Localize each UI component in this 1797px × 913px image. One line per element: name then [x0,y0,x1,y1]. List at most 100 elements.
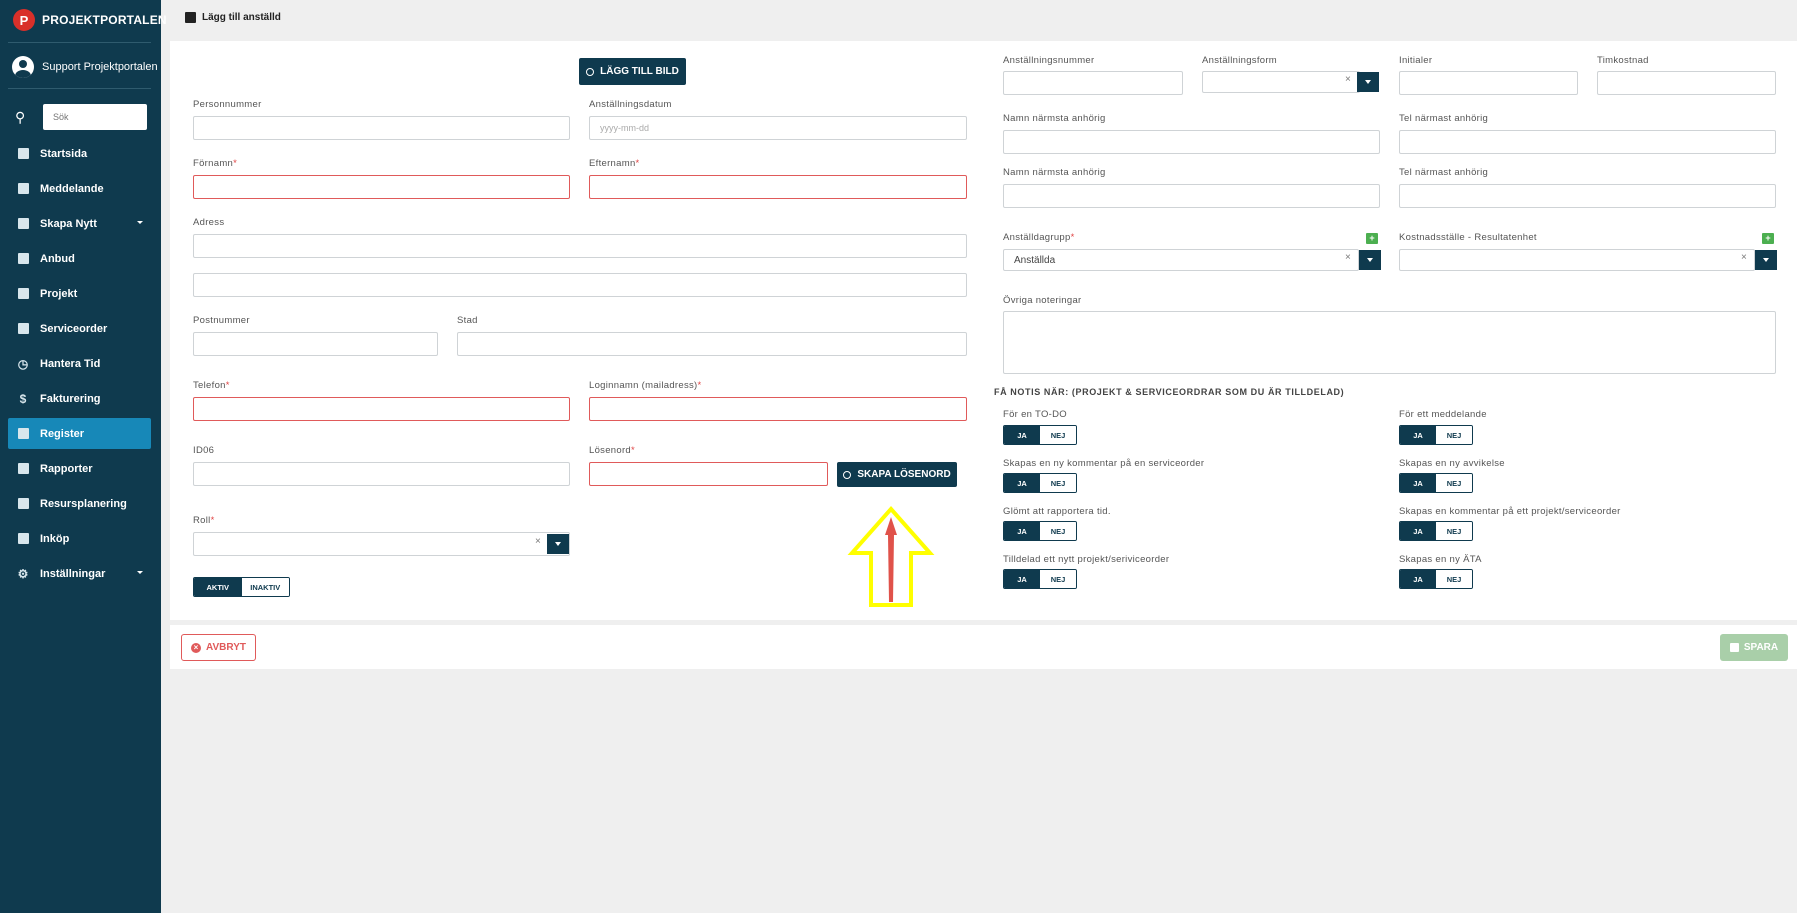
notis-toggle[interactable]: JA NEJ [1003,569,1077,589]
required-mark: * [631,445,636,456]
wrench-icon [16,322,30,336]
losenord-input[interactable] [589,462,828,486]
sidebar-item-anbud[interactable]: Anbud [8,243,151,274]
sidebar-item-skapa-nytt[interactable]: Skapa Nytt [8,208,151,239]
nej-option[interactable]: NEJ [1436,570,1472,588]
ja-option[interactable]: JA [1004,522,1040,540]
sidebar-item-resursplanering[interactable]: Resursplanering [8,488,151,519]
namn-anhorig-2-input[interactable] [1003,184,1380,208]
tel-anhorig-label: Tel närmast anhörig [1399,113,1489,124]
notis-toggle[interactable]: JA NEJ [1003,473,1077,493]
sidebar-item-inkop[interactable]: Inköp [8,523,151,554]
notis-toggle[interactable]: JA NEJ [1399,569,1473,589]
ovriga-textarea[interactable] [1003,311,1776,374]
login-input[interactable] [589,397,967,421]
gavel-icon [16,252,30,266]
adress-input[interactable] [193,234,967,258]
add-kostnadsstalle-button[interactable]: + [1762,233,1774,244]
sidebar-item-fakturering[interactable]: $ Fakturering [8,383,151,414]
roll-dropdown-button[interactable] [547,534,569,554]
adress-line2-input[interactable] [193,273,967,297]
sidebar-item-rapporter[interactable]: Rapporter [8,453,151,484]
ja-option[interactable]: JA [1400,426,1436,444]
inaktiv-option[interactable]: INAKTIV [241,578,289,596]
initialer-input[interactable] [1399,71,1578,95]
add-image-button[interactable]: LÄGG TILL BILD [579,58,686,85]
user-profile[interactable]: Support Projektportalen [12,56,158,78]
notis-toggle[interactable]: JA NEJ [1399,473,1473,493]
anstallningsnummer-input[interactable] [1003,71,1183,95]
ja-option[interactable]: JA [1004,474,1040,492]
create-password-button[interactable]: SKAPA LÖSENORD [837,462,957,487]
sidebar-item-hantera-tid[interactable]: ◷ Hantera Tid [8,348,151,379]
kostnadsstalle-dropdown-button[interactable] [1755,250,1777,270]
notis-toggle[interactable]: JA NEJ [1399,425,1473,445]
ja-option[interactable]: JA [1004,426,1040,444]
postnummer-input[interactable] [193,332,438,356]
chevron-down-icon [137,221,143,224]
sidebar-item-register[interactable]: Register [8,418,151,449]
clear-icon[interactable]: × [1741,252,1747,263]
namn-anhorig-input[interactable] [1003,130,1380,154]
sidebar-item-projekt[interactable]: Projekt [8,278,151,309]
clear-icon[interactable]: × [535,536,541,547]
notis-toggle[interactable]: JA NEJ [1003,521,1077,541]
roll-select[interactable] [193,532,570,556]
nej-option[interactable]: NEJ [1436,474,1472,492]
nej-option[interactable]: NEJ [1040,570,1076,588]
sidebar-item-installningar[interactable]: ⚙ Inställningar [8,558,151,589]
nej-option[interactable]: NEJ [1040,426,1076,444]
notis-toggle[interactable]: JA NEJ [1003,425,1077,445]
anstallningsform-select[interactable] [1202,71,1360,93]
stad-input[interactable] [457,332,967,356]
notis-toggle[interactable]: JA NEJ [1399,521,1473,541]
sidebar-search: ⚲ [15,104,147,130]
dashboard-icon [16,147,30,161]
fornamn-input[interactable] [193,175,570,199]
logo-icon: P [13,9,35,31]
brand-logo[interactable]: P PROJEKTPORTALEN [13,9,167,31]
nej-option[interactable]: NEJ [1436,426,1472,444]
personnummer-input[interactable] [193,116,570,140]
notis-label: För ett meddelande [1399,409,1487,420]
ja-option[interactable]: JA [1400,522,1436,540]
timkostnad-input[interactable] [1597,71,1776,95]
sidebar-item-label: Rapporter [40,462,93,475]
nej-option[interactable]: NEJ [1040,474,1076,492]
roll-label: Roll* [193,515,215,526]
sidebar-item-startsida[interactable]: Startsida [8,138,151,169]
anstallningsdatum-input[interactable]: yyyy-mm-dd [589,116,967,140]
status-toggle[interactable]: AKTIV INAKTIV [193,577,290,597]
image-icon [185,12,196,23]
save-button[interactable]: SPARA [1720,634,1788,661]
nej-option[interactable]: NEJ [1040,522,1076,540]
search-input[interactable] [43,104,147,130]
efternamn-input[interactable] [589,175,967,199]
clear-icon[interactable]: × [1345,74,1351,85]
sidebar-item-label: Register [40,427,85,440]
anstalldagrupp-label: Anställdagrupp* [1003,232,1075,243]
telefon-input[interactable] [193,397,570,421]
ja-option[interactable]: JA [1400,474,1436,492]
aktiv-option[interactable]: AKTIV [194,578,242,596]
anstalldagrupp-dropdown-button[interactable] [1359,250,1381,270]
anstallningsform-dropdown-button[interactable] [1357,72,1379,92]
cancel-button[interactable]: × AVBRYT [181,634,256,661]
ja-option[interactable]: JA [1004,570,1040,588]
tel-anhorig-input[interactable] [1399,130,1776,154]
telefon-label: Telefon* [193,380,230,391]
sidebar-item-serviceorder[interactable]: Serviceorder [8,313,151,344]
login-label: Loginnamn (mailadress)* [589,380,702,391]
notis-label: Tilldelad ett nytt projekt/seriviceorder [1003,554,1170,565]
anstalldagrupp-select[interactable]: Anställda [1003,249,1359,271]
add-group-button[interactable]: + [1366,233,1378,244]
id06-input[interactable] [193,462,570,486]
tel-anhorig-2-input[interactable] [1399,184,1776,208]
sidebar-item-meddelande[interactable]: Meddelande [8,173,151,204]
ja-option[interactable]: JA [1400,570,1436,588]
create-password-label: SKAPA LÖSENORD [857,469,951,480]
sidebar-nav: Startsida Meddelande Skapa Nytt Anbud Pr… [8,138,151,593]
clear-icon[interactable]: × [1345,252,1351,263]
nej-option[interactable]: NEJ [1436,522,1472,540]
kostnadsstalle-select[interactable] [1399,249,1755,271]
